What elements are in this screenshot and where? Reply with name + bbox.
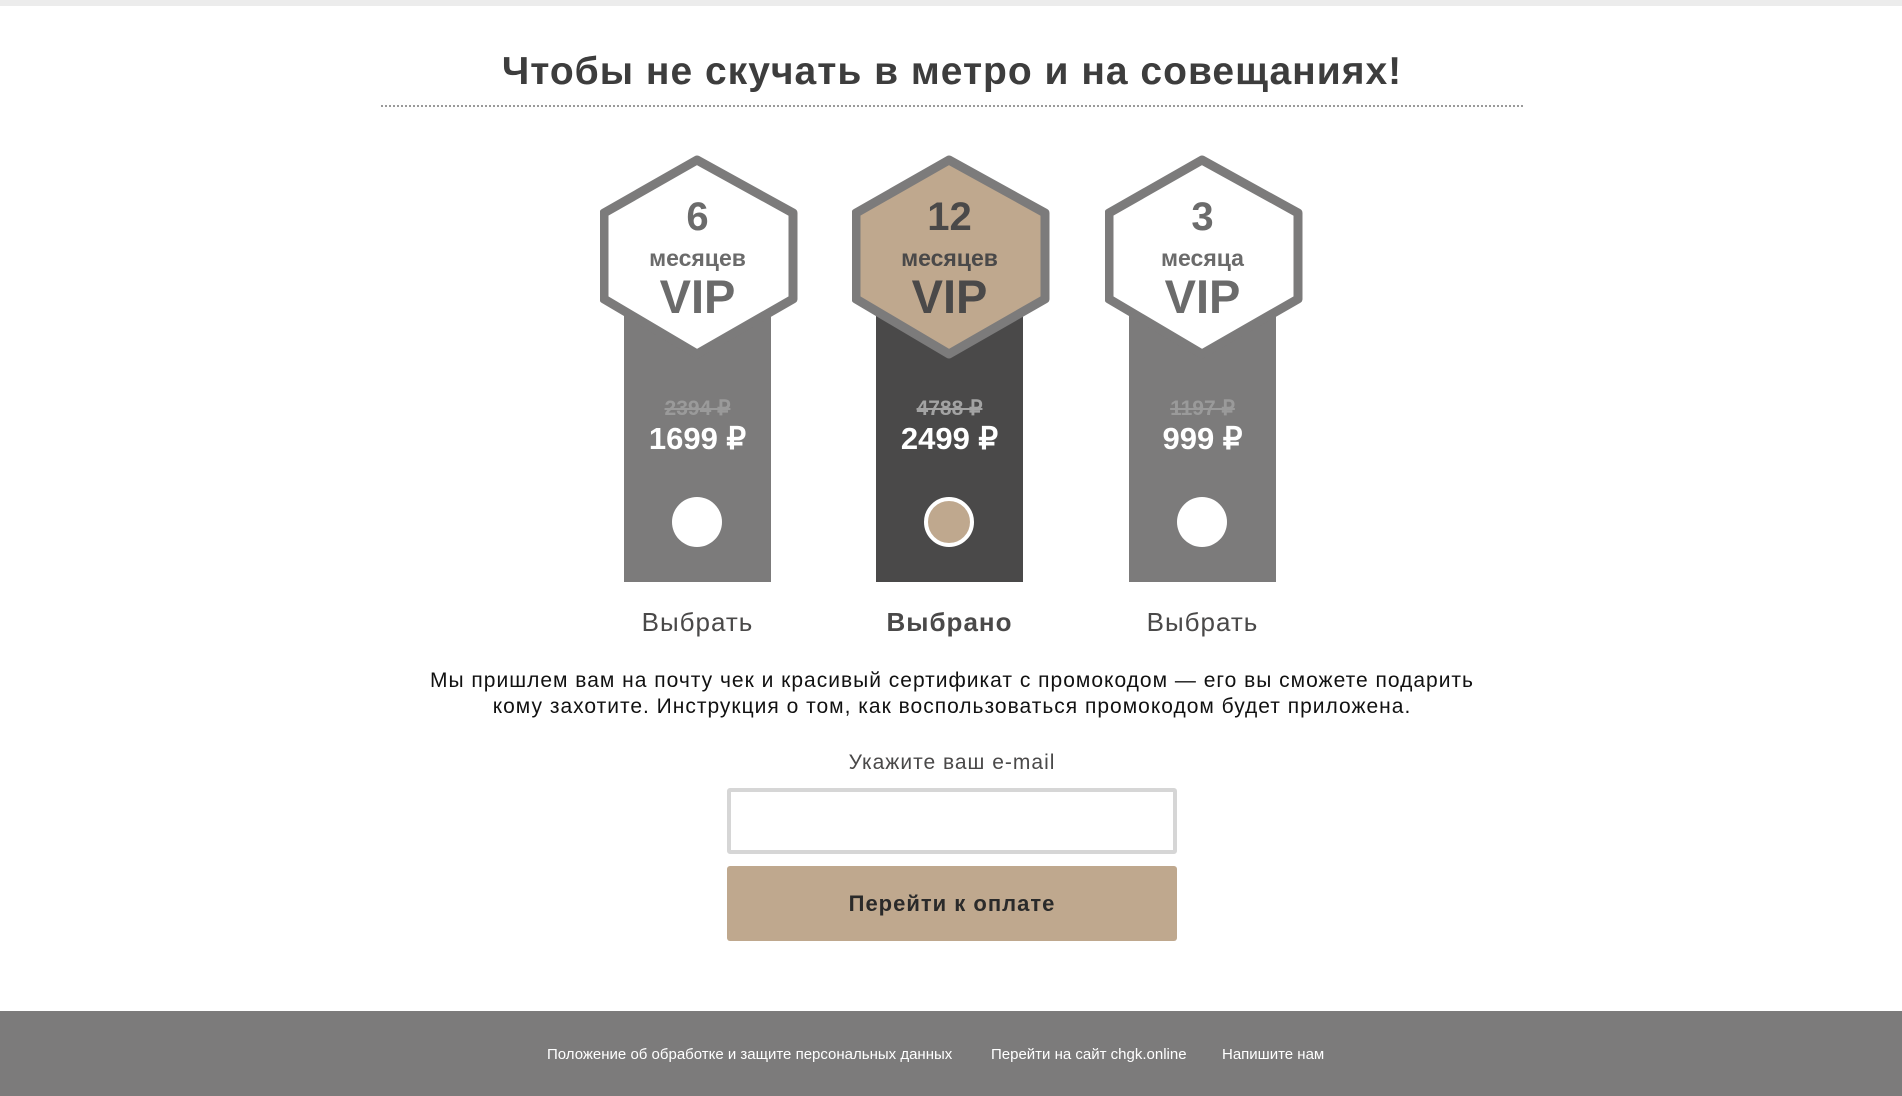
plan-unit: месяцев <box>649 245 746 271</box>
plan-radio[interactable] <box>1177 497 1227 547</box>
pay-button[interactable]: Перейти к оплате <box>727 866 1177 941</box>
page-title: Чтобы не скучать в метро и на совещаниях… <box>501 50 1403 93</box>
footer: Положение об обработке и защите персонал… <box>0 1011 1902 1096</box>
old-price: 2394 ₽ <box>664 397 731 420</box>
top-bar <box>0 0 1902 6</box>
plan-tier: VIP <box>911 270 988 323</box>
footer-link-site[interactable]: Перейти на сайт chgk.online <box>991 1046 1187 1063</box>
old-price: 1197 ₽ <box>1170 397 1235 420</box>
title-divider <box>381 105 1523 107</box>
description: Мы пришлем вам на почту чек и красивый с… <box>381 668 1523 720</box>
plan-tier: VIP <box>659 270 736 323</box>
plan-unit: месяца <box>1161 245 1244 271</box>
price: 999 ₽ <box>1162 421 1243 456</box>
plan-6-months[interactable]: 6 месяцев VIP 2394 ₽ 1699 ₽ Выбрать <box>600 155 798 649</box>
plan-3-months[interactable]: 3 месяца VIP 1197 ₽ 999 ₽ Выбрать <box>1105 155 1303 649</box>
select-plan-button[interactable]: Выбрать <box>1105 607 1300 638</box>
price: 2499 ₽ <box>900 421 999 456</box>
old-price: 4788 ₽ <box>916 397 983 420</box>
select-plan-button[interactable]: Выбрать <box>600 607 795 638</box>
email-label: Укажите ваш e-mail <box>848 751 1056 774</box>
plan-radio[interactable] <box>672 497 722 547</box>
select-plan-button[interactable]: Выбрано <box>852 607 1047 638</box>
plan-12-months[interactable]: 12 месяцев VIP 4788 ₽ 2499 ₽ Выбрано <box>852 155 1050 649</box>
email-field[interactable] <box>727 788 1177 854</box>
plan-months: 6 <box>686 195 709 239</box>
footer-link-privacy[interactable]: Положение об обработке и защите персонал… <box>547 1046 952 1063</box>
footer-link-contact[interactable]: Напишите нам <box>1222 1046 1324 1063</box>
description-line-2: кому захотите. Инструкция о том, как вос… <box>492 695 1412 718</box>
plan-tier: VIP <box>1164 270 1241 323</box>
price: 1699 ₽ <box>648 421 747 456</box>
plan-months: 3 <box>1191 195 1214 239</box>
plan-radio[interactable] <box>924 497 974 547</box>
description-line-1: Мы пришлем вам на почту чек и красивый с… <box>430 669 1474 692</box>
plan-unit: месяцев <box>901 245 998 271</box>
plan-months: 12 <box>927 195 972 239</box>
